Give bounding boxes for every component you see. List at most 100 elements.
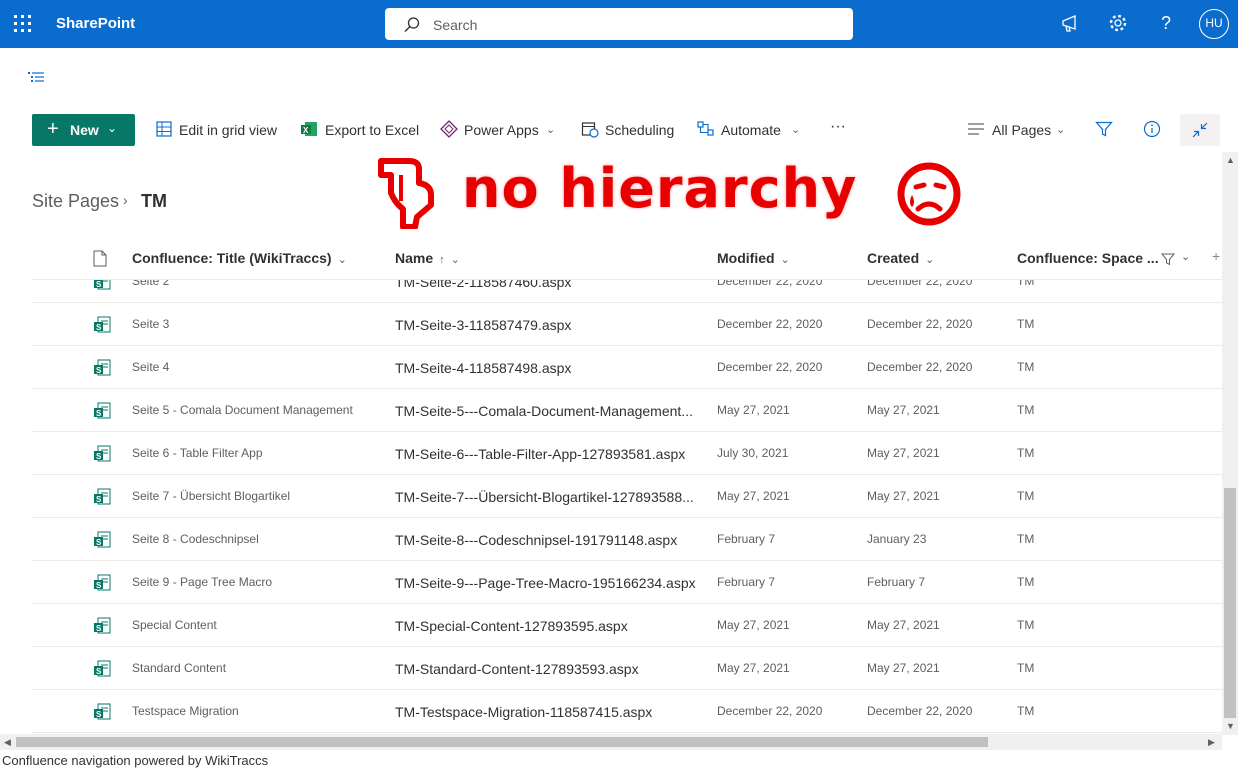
chevron-right-icon: › (123, 192, 128, 208)
cell-title: Seite 5 - Comala Document Management (132, 403, 353, 417)
table-row[interactable]: S Testspace Migration TM-Testspace-Migrati… (32, 690, 1222, 733)
cell-space: TM (1017, 532, 1035, 546)
cell-space: TM (1017, 575, 1035, 589)
table-row[interactable]: S Special Content TM-Special-Content-12789… (32, 604, 1222, 647)
new-button[interactable]: + New ⌄ (32, 114, 135, 146)
automate-button[interactable]: Automate (721, 122, 781, 138)
chevron-down-icon: ⌄ (925, 254, 935, 266)
column-header-title[interactable]: Confluence: Title (WikiTraccs) ⌄ (132, 250, 347, 266)
sharepoint-page-icon: S (94, 660, 111, 677)
svg-text:S: S (96, 581, 102, 590)
annotation-text: no hierarchy (462, 157, 858, 220)
vertical-scrollbar[interactable]: ▲ ▼ (1222, 152, 1238, 735)
cell-created: May 27, 2021 (867, 489, 940, 503)
power-apps-button[interactable]: Power Apps (464, 122, 539, 138)
svg-text:S: S (96, 409, 102, 418)
cell-name-link[interactable]: TM-Seite-3-118587479.aspx (395, 317, 700, 333)
sharepoint-page-icon: S (94, 445, 111, 462)
cell-name-link[interactable]: TM-Seite-4-118587498.aspx (395, 360, 700, 376)
column-created-label: Created (867, 250, 920, 266)
column-title-label: Confluence: Title (WikiTraccs) (132, 250, 332, 266)
gear-icon[interactable] (1107, 12, 1131, 36)
breadcrumb-parent[interactable]: Site Pages (32, 191, 119, 212)
cell-name-link[interactable]: TM-Seite-6---Table-Filter-App-127893581.… (395, 446, 700, 462)
avatar[interactable]: HU (1199, 9, 1229, 39)
cell-space: TM (1017, 618, 1035, 632)
filter-icon[interactable] (1095, 120, 1113, 138)
cell-name-link[interactable]: TM-Special-Content-127893595.aspx (395, 618, 700, 634)
list-header: Confluence: Title (WikiTraccs) ⌄ Name ↑ ⌄ M… (32, 238, 1222, 280)
collapse-button[interactable] (1180, 114, 1220, 146)
table-row[interactable]: S Seite 4 TM-Seite-4-118587498.aspx Decembe… (32, 346, 1222, 389)
breadcrumb-current[interactable]: TM (141, 191, 167, 212)
table-row[interactable]: S Seite 7 - Übersicht Blogartikel TM-Seite… (32, 475, 1222, 518)
cell-created: May 27, 2021 (867, 403, 940, 417)
cell-created: December 22, 2020 (867, 704, 973, 718)
sharepoint-page-icon: S (94, 316, 111, 333)
cell-name-link[interactable]: TM-Testspace-Migration-118587415.aspx (395, 704, 700, 720)
sharepoint-page-icon: S (94, 359, 111, 376)
cell-modified: February 7 (717, 575, 776, 589)
table-row[interactable]: S Seite 5 - Comala Document Management TM-… (32, 389, 1222, 432)
cell-modified: December 22, 2020 (717, 317, 823, 331)
chevron-down-icon: ⌄ (791, 124, 801, 136)
edit-grid-button[interactable]: Edit in grid view (179, 122, 277, 138)
cell-name-link[interactable]: TM-Seite-7---Übersicht-Blogartikel-12789… (395, 489, 700, 505)
table-row[interactable]: S Seite 9 - Page Tree Macro TM-Seite-9---P… (32, 561, 1222, 604)
search-input[interactable]: Search (385, 8, 853, 40)
grid-icon (156, 121, 172, 137)
megaphone-icon[interactable] (1059, 12, 1083, 36)
vertical-scroll-thumb[interactable] (1224, 488, 1236, 718)
file-type-icon[interactable] (93, 250, 107, 267)
scroll-up-icon[interactable]: ▲ (1226, 155, 1235, 165)
scroll-left-icon[interactable]: ◀ (4, 737, 11, 748)
app-launcher-icon[interactable] (14, 15, 32, 33)
svg-text:X: X (303, 126, 309, 135)
svg-text:S: S (96, 452, 102, 461)
more-actions-button[interactable]: ··· (830, 118, 846, 136)
cell-title: Standard Content (132, 661, 227, 675)
brand-name[interactable]: SharePoint (56, 15, 135, 32)
table-row[interactable]: S Seite 8 - Codeschnipsel TM-Seite-8---Cod… (32, 518, 1222, 561)
svg-text:S: S (96, 323, 102, 332)
cell-name-link[interactable]: TM-Standard-Content-127893593.aspx (395, 661, 700, 677)
view-selector[interactable]: All Pages (992, 122, 1051, 138)
table-row[interactable]: S Seite 6 - Table Filter App TM-Seite-6---… (32, 432, 1222, 475)
cell-space: TM (1017, 360, 1035, 374)
table-row[interactable]: S Seite 3 TM-Seite-3-118587479.aspx Decembe… (32, 303, 1222, 346)
svg-text:S: S (96, 710, 102, 719)
column-header-created[interactable]: Created ⌄ (867, 250, 934, 266)
suite-bar: SharePoint Search ? HU (0, 0, 1238, 48)
sharepoint-page-icon: S (94, 402, 111, 419)
help-icon[interactable]: ? (1155, 12, 1179, 36)
cell-modified: December 22, 2020 (717, 704, 823, 718)
view-options-icon (968, 123, 984, 135)
scroll-down-icon[interactable]: ▼ (1226, 721, 1235, 731)
export-excel-button[interactable]: Export to Excel (325, 122, 419, 138)
cell-name-link[interactable]: TM-Seite-8---Codeschnipsel-191791148.asp… (395, 532, 700, 548)
search-placeholder: Search (433, 17, 478, 33)
horizontal-scrollbar[interactable]: ◀ ▶ (0, 734, 1222, 750)
column-header-modified[interactable]: Modified ⌄ (717, 250, 790, 266)
cell-name-link[interactable]: TM-Seite-5---Comala-Document-Management.… (395, 403, 700, 419)
cell-modified: December 22, 2020 (717, 360, 823, 374)
column-name-label: Name (395, 250, 434, 266)
info-icon[interactable] (1143, 120, 1161, 138)
cell-created: December 22, 2020 (867, 317, 973, 331)
filter-icon[interactable] (1161, 252, 1175, 266)
column-header-space[interactable]: Confluence: Space ... (1017, 250, 1159, 266)
add-column-icon[interactable]: + (1212, 248, 1220, 264)
scroll-right-icon[interactable]: ▶ (1208, 737, 1215, 748)
cell-created: May 27, 2021 (867, 661, 940, 675)
chevron-down-icon[interactable]: ⌄ (1181, 250, 1190, 263)
cell-title: Testspace Migration (132, 704, 239, 718)
cell-name-link[interactable]: TM-Seite-9---Page-Tree-Macro-195166234.a… (395, 575, 700, 591)
svg-text:S: S (96, 667, 102, 676)
horizontal-scroll-thumb[interactable] (16, 737, 988, 747)
scheduling-button[interactable]: Scheduling (605, 122, 674, 138)
table-row[interactable]: S Standard Content TM-Standard-Content-127… (32, 647, 1222, 690)
nav-toggle-icon[interactable] (28, 71, 46, 85)
column-header-name[interactable]: Name ↑ ⌄ (395, 250, 460, 266)
calendar-clock-icon (581, 122, 599, 138)
chevron-down-icon: ⌄ (1056, 124, 1066, 136)
